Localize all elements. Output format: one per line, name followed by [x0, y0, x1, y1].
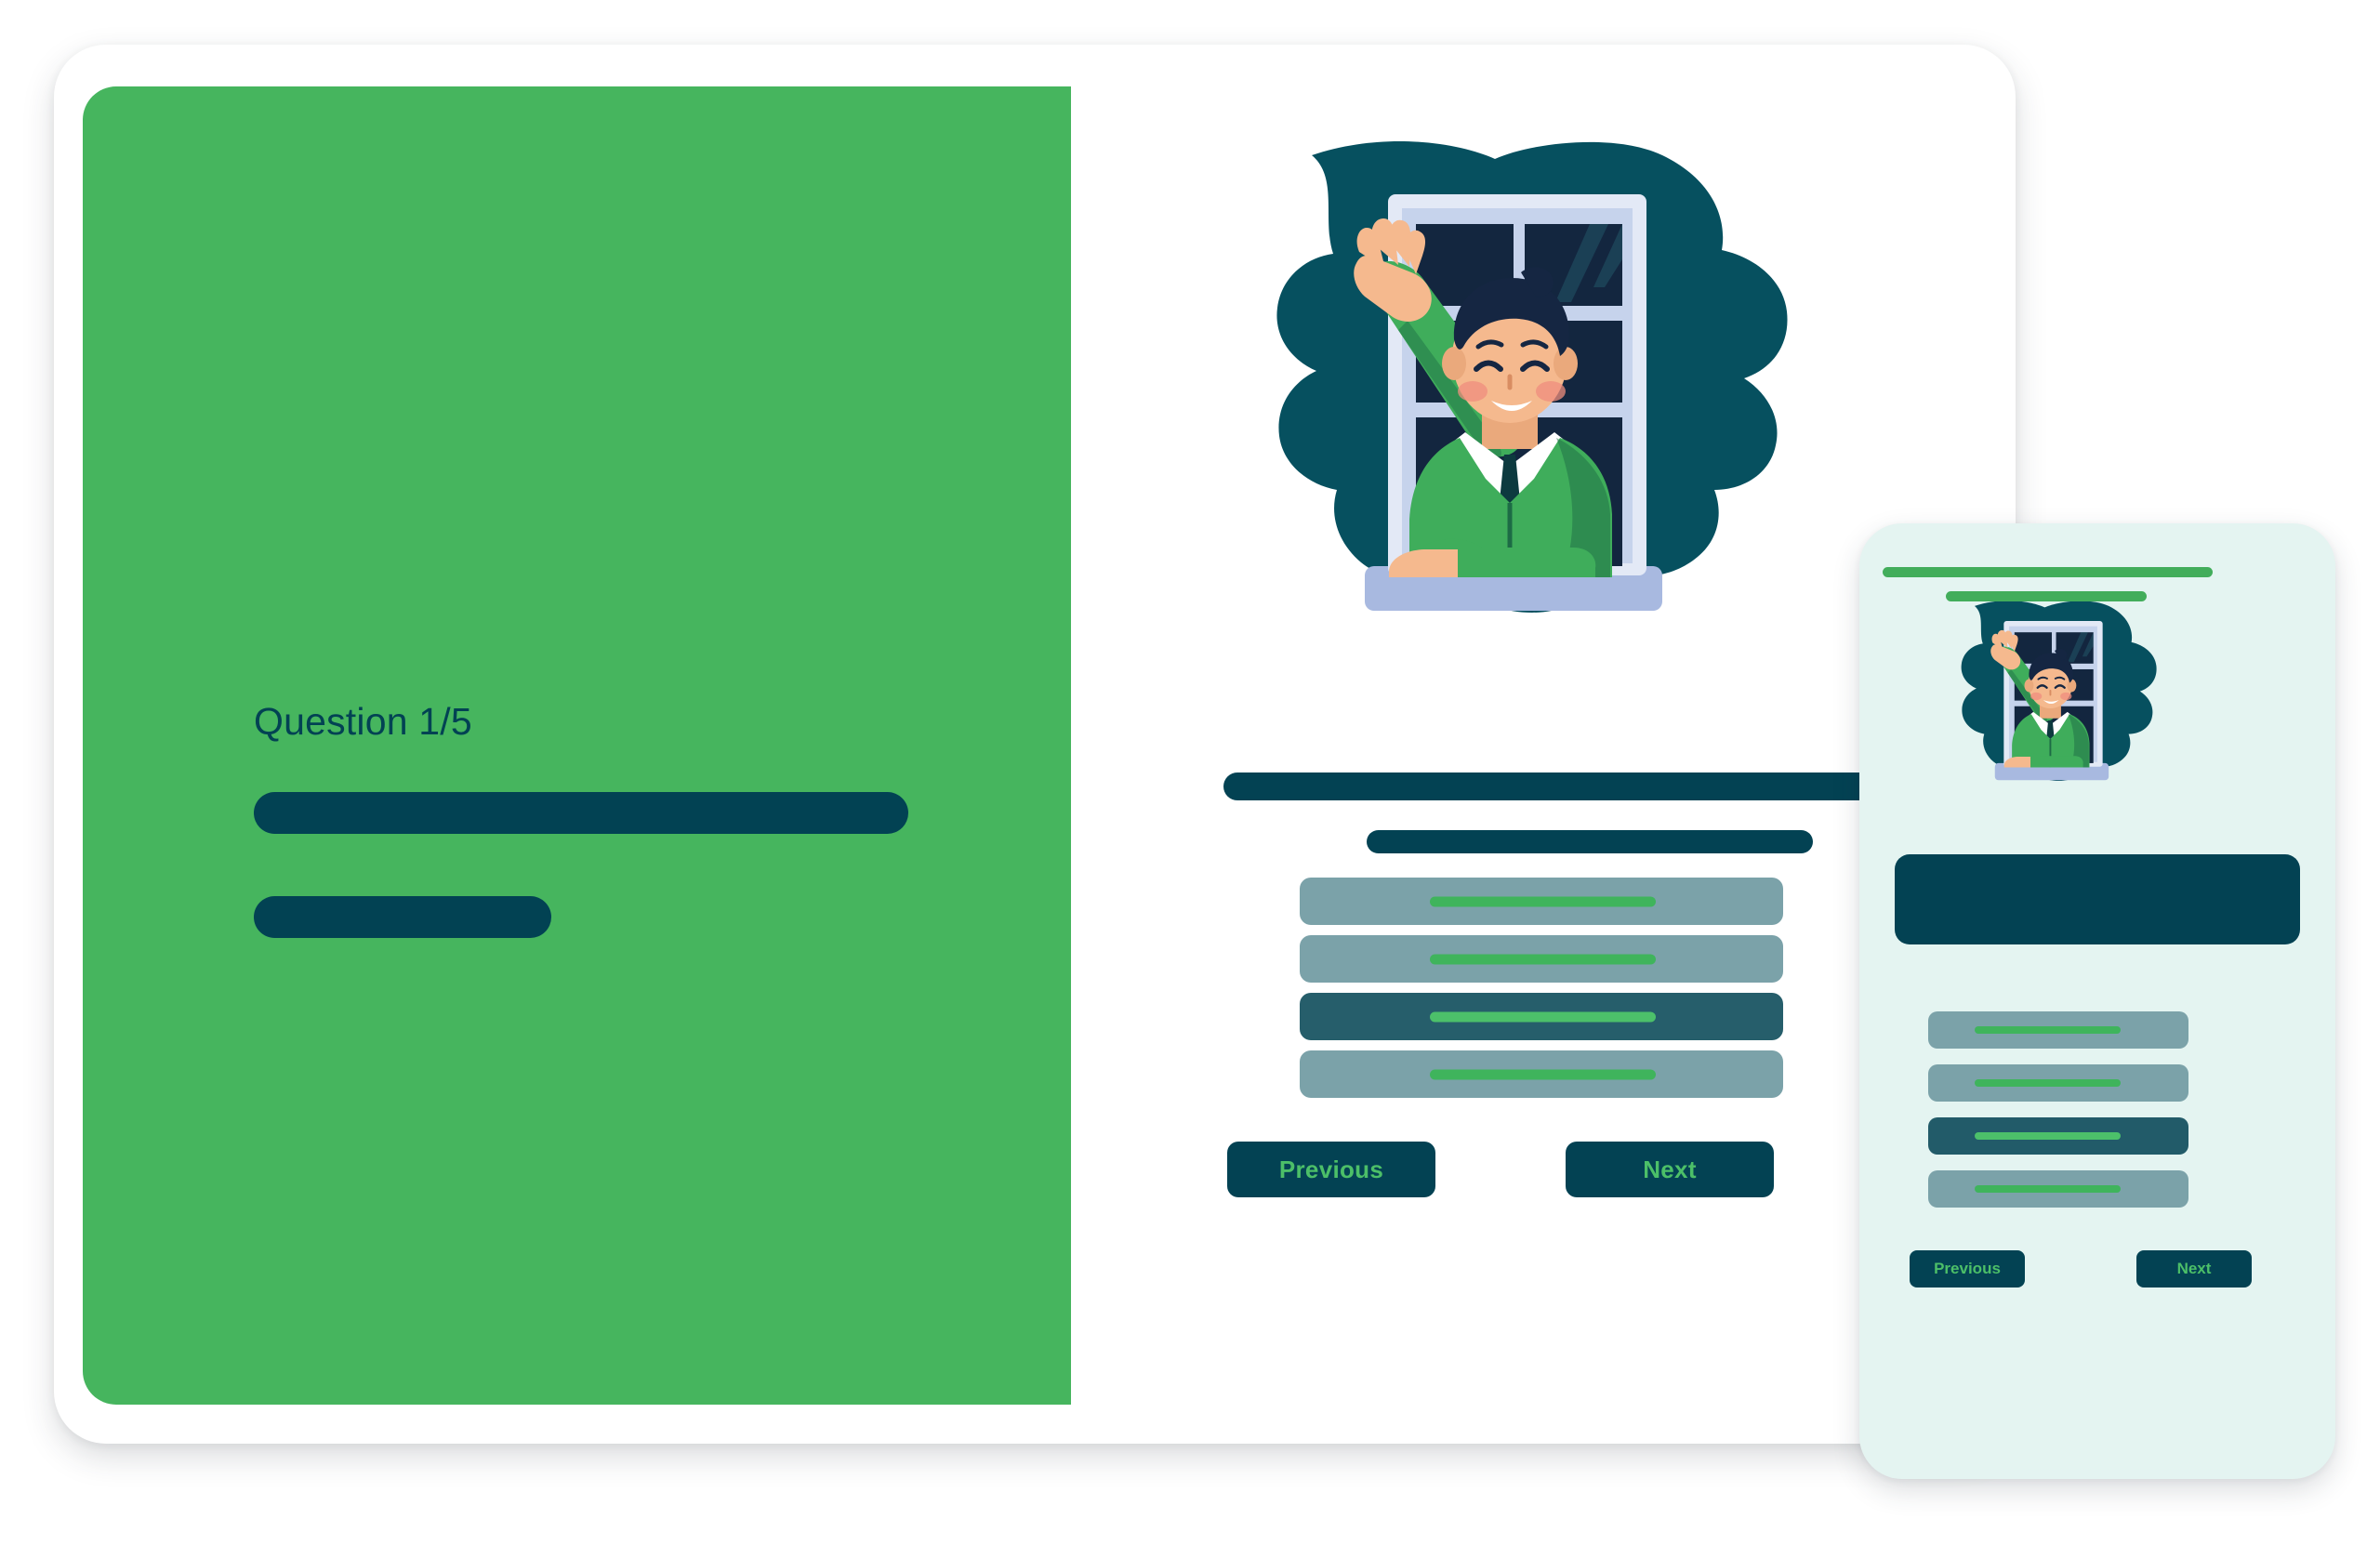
- green-panel-subtitle-placeholder-bar: [254, 896, 551, 938]
- quiz-green-panel: Question 1/5: [83, 86, 1071, 1405]
- answer-option-1-text-placeholder: [1430, 896, 1656, 906]
- person-waving-from-window-illustration: [1225, 139, 1904, 668]
- mobile-answer-option-4[interactable]: [1928, 1170, 2188, 1208]
- mobile-answer-option-3-selected[interactable]: [1928, 1117, 2188, 1155]
- mobile-answer-option-2[interactable]: [1928, 1064, 2188, 1102]
- answer-option-4-text-placeholder: [1430, 1069, 1656, 1079]
- question-counter: Question 1/5: [254, 700, 472, 743]
- previous-button[interactable]: Previous: [1227, 1142, 1435, 1197]
- answer-option-1[interactable]: [1300, 878, 1783, 925]
- person-waving-from-window-illustration: [1941, 600, 2202, 802]
- mobile-answer-option-1-text-placeholder: [1975, 1026, 2121, 1034]
- green-panel-title-placeholder-bar: [254, 792, 908, 834]
- next-button[interactable]: Next: [1566, 1142, 1774, 1197]
- question-text-placeholder-line-1: [1223, 772, 1958, 800]
- mobile-next-button[interactable]: Next: [2136, 1250, 2252, 1288]
- mobile-quiz-panel: Previous Next: [1859, 523, 2335, 1479]
- mobile-answer-option-3-text-placeholder: [1975, 1132, 2121, 1140]
- mobile-question-placeholder-line-2: [1946, 591, 2147, 601]
- mobile-question-placeholder-line-1: [1883, 567, 2213, 577]
- mobile-answer-option-4-text-placeholder: [1975, 1185, 2121, 1193]
- answer-option-2[interactable]: [1300, 935, 1783, 983]
- answer-option-4[interactable]: [1300, 1050, 1783, 1098]
- answer-option-2-text-placeholder: [1430, 954, 1656, 964]
- mobile-question-card: [1895, 854, 2300, 944]
- question-text-placeholder-line-2: [1367, 830, 1813, 853]
- answer-option-3-selected[interactable]: [1300, 993, 1783, 1040]
- quiz-content-panel: Previous Next: [1071, 86, 1987, 1405]
- answer-option-3-text-placeholder: [1430, 1011, 1656, 1022]
- mobile-answer-option-2-text-placeholder: [1975, 1079, 2121, 1087]
- mobile-answer-option-1[interactable]: [1928, 1011, 2188, 1049]
- mobile-previous-button[interactable]: Previous: [1910, 1250, 2025, 1288]
- desktop-quiz-card: Question 1/5 Previous Next: [54, 45, 2016, 1444]
